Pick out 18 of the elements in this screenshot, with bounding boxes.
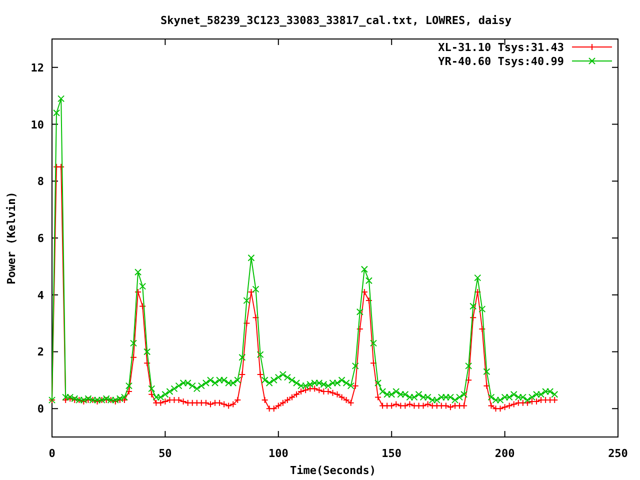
x-tick-label: 100 [268, 447, 288, 460]
y-tick-label: 6 [37, 232, 44, 245]
chart-title: Skynet_58239_3C123_33083_33817_cal.txt, LOWRES, daisy [160, 14, 512, 27]
y-tick-label: 2 [37, 346, 44, 359]
x-tick-label: 250 [608, 447, 628, 460]
legend-label: XL-31.10 Tsys:31.43 [438, 41, 564, 54]
y-tick-label: 0 [37, 402, 44, 416]
x-tick-label: 150 [382, 447, 402, 460]
x-tick-label: 50 [158, 447, 172, 460]
y-tick-label: 12 [30, 61, 44, 74]
y-tick-label: 10 [30, 118, 44, 132]
y-tick-label: 4 [37, 288, 44, 302]
x-tick-label: 0 [48, 447, 56, 460]
x-tick-label: 200 [494, 447, 515, 460]
y-axis-title: Power (Kelvin) [5, 192, 18, 284]
y-tick-label: 8 [37, 175, 44, 188]
x-axis-title: Time(Seconds) [290, 464, 376, 477]
legend-label: YR-40.60 Tsys:40.99 [438, 55, 564, 68]
